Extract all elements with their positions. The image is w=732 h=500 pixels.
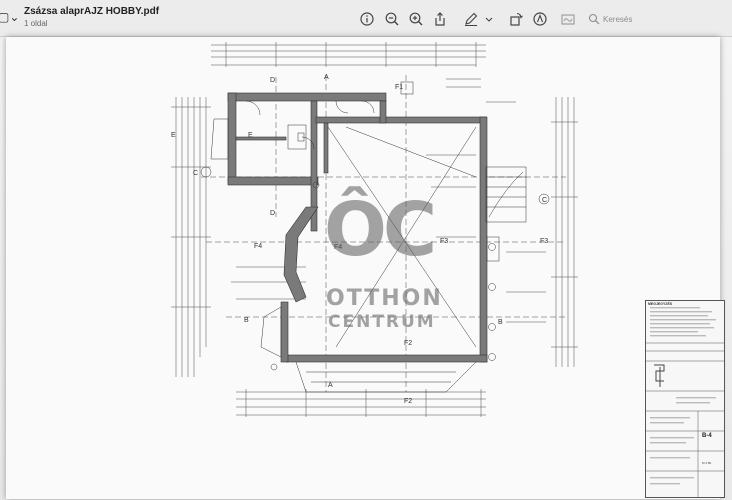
sheet-number: B-4 bbox=[702, 433, 712, 439]
annotate-icon[interactable] bbox=[532, 11, 548, 27]
label-c-right: C bbox=[542, 197, 547, 204]
label-a-bottom: A bbox=[328, 382, 333, 389]
page-count: 1 oldal bbox=[24, 19, 48, 28]
search-field[interactable]: Keresés bbox=[588, 11, 632, 27]
label-f3-right: F3 bbox=[540, 238, 548, 245]
title-block-heading: MEGJEGYZÉS bbox=[648, 302, 673, 306]
document-title: Zsázsa alaprAJZ HOBBY.pdf bbox=[24, 6, 160, 17]
rotate-icon[interactable] bbox=[508, 11, 524, 27]
share-icon[interactable] bbox=[432, 11, 448, 27]
label-b-right: B bbox=[498, 319, 503, 326]
watermark-line2: CENTRUM bbox=[328, 312, 436, 332]
label-e-room: E bbox=[248, 132, 253, 139]
label-b-left: B bbox=[244, 317, 249, 324]
title-block: MEGJEGYZÉS B-4 M 1:50 bbox=[645, 300, 725, 498]
drawing-scale: M 1:50 bbox=[702, 461, 712, 465]
signature-icon[interactable] bbox=[560, 11, 576, 27]
sidebar-toggle-icon[interactable]: ▢⌄ bbox=[0, 10, 19, 24]
label-f3: F3 bbox=[440, 238, 448, 245]
pdf-page[interactable]: A A B B C C D D E E F1 F2 F2 F3 F3 F4 F4… bbox=[6, 37, 720, 499]
label-e-left: E bbox=[171, 132, 176, 139]
label-f2-bottom: F2 bbox=[404, 398, 412, 405]
zoom-in-icon[interactable] bbox=[408, 11, 424, 27]
watermark-logo: ÔC bbox=[324, 187, 437, 273]
watermark-line1: OTTHON bbox=[326, 286, 443, 311]
title-block-grid bbox=[646, 307, 724, 497]
search-placeholder: Keresés bbox=[603, 14, 633, 24]
label-d-top: D bbox=[270, 77, 275, 84]
label-d-mid: D bbox=[270, 210, 275, 217]
zoom-out-icon[interactable] bbox=[384, 11, 400, 27]
info-icon[interactable] bbox=[359, 11, 375, 27]
title-bar: ▢⌄ Zsázsa alaprAJZ HOBBY.pdf 1 oldal Ker… bbox=[0, 0, 732, 37]
pen-markup-icon[interactable] bbox=[463, 11, 479, 27]
search-icon bbox=[588, 13, 600, 25]
label-f1: F1 bbox=[395, 84, 403, 91]
chevron-down-icon[interactable] bbox=[484, 11, 494, 27]
label-f2: F2 bbox=[404, 340, 412, 347]
label-f4-left: F4 bbox=[254, 243, 262, 250]
label-c-left: C bbox=[193, 170, 198, 177]
label-a-top: A bbox=[324, 74, 329, 81]
pdf-viewer-window: ▢⌄ Zsázsa alaprAJZ HOBBY.pdf 1 oldal Ker… bbox=[0, 0, 732, 500]
